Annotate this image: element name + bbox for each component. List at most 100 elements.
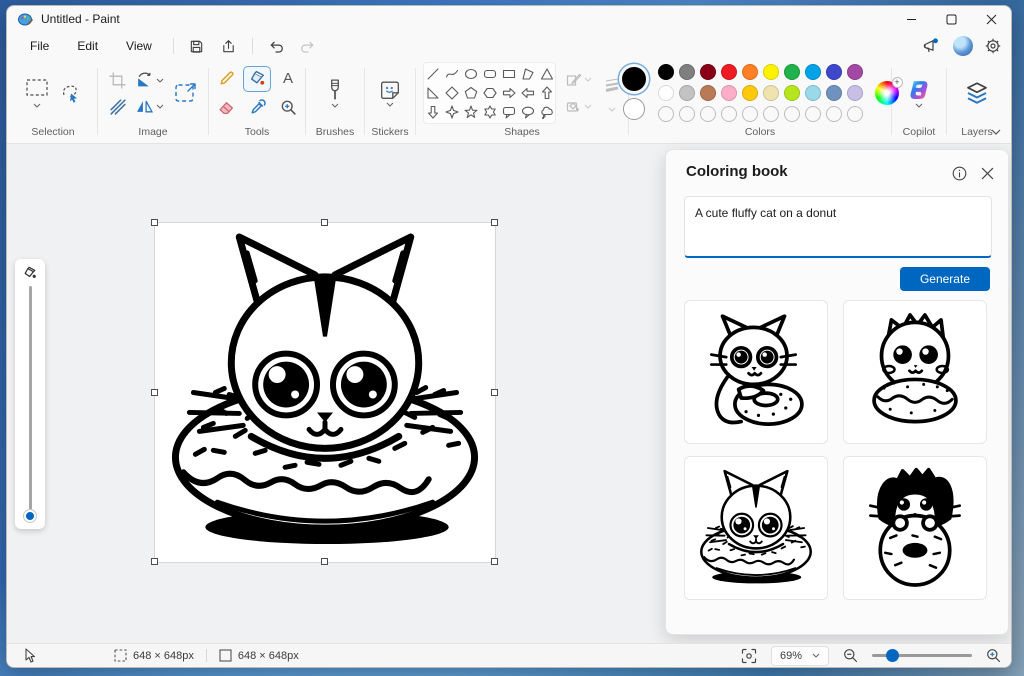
undo-button[interactable] xyxy=(261,34,291,58)
shape-fill-button[interactable] xyxy=(566,99,592,114)
custom-color-slot[interactable] xyxy=(679,106,695,122)
text-tool[interactable]: A xyxy=(275,67,301,91)
shape-arrow-right[interactable] xyxy=(500,83,519,102)
thumbnail-cat-hugging-donut[interactable] xyxy=(684,300,828,444)
shape-pentagon[interactable] xyxy=(462,83,481,102)
shape-right-triangle[interactable] xyxy=(424,83,443,102)
layers-icon[interactable] xyxy=(965,81,989,105)
chevron-down-icon[interactable] xyxy=(386,102,394,107)
selection-handle-nw[interactable] xyxy=(151,219,158,226)
prompt-input[interactable]: A cute fluffy cat on a donut xyxy=(684,196,992,258)
eraser-tool[interactable] xyxy=(213,96,239,120)
generate-button[interactable]: Generate xyxy=(900,267,990,291)
color-swatch[interactable] xyxy=(805,85,821,101)
shape-lightning[interactable] xyxy=(443,121,462,124)
shape-outline-button[interactable] xyxy=(566,72,592,87)
drawing-canvas[interactable] xyxy=(155,223,495,562)
account-avatar[interactable] xyxy=(953,36,973,56)
color-swatch[interactable] xyxy=(721,85,737,101)
custom-color-slot[interactable] xyxy=(721,106,737,122)
custom-color-slot[interactable] xyxy=(826,106,842,122)
canvas-workspace[interactable]: Coloring book A cute fluffy cat on a don… xyxy=(7,144,1011,645)
menu-view[interactable]: View xyxy=(113,35,165,57)
copilot-icon[interactable] xyxy=(908,79,930,101)
shape-curve[interactable] xyxy=(443,64,462,83)
flip-button[interactable] xyxy=(136,98,164,115)
color-swatch[interactable] xyxy=(805,64,821,80)
fill-bucket-tool[interactable] xyxy=(244,67,270,91)
shape-callout-rounded[interactable] xyxy=(500,102,519,121)
custom-color-slot[interactable] xyxy=(742,106,758,122)
color-swatch[interactable] xyxy=(847,85,863,101)
color-swatch[interactable] xyxy=(742,85,758,101)
chevron-down-icon[interactable] xyxy=(584,104,592,109)
custom-color-slot[interactable] xyxy=(805,106,821,122)
custom-color-slot[interactable] xyxy=(700,106,716,122)
selection-handle-se[interactable] xyxy=(491,558,498,565)
shape-arrow-up[interactable] xyxy=(538,83,556,102)
ribbon-collapse-chevron[interactable] xyxy=(991,129,1001,135)
info-icon[interactable] xyxy=(950,164,968,182)
chevron-down-icon[interactable] xyxy=(156,104,164,109)
shape-rectangle[interactable] xyxy=(500,64,519,83)
zoom-slider[interactable] xyxy=(872,654,972,657)
thumbnail-cat-head-in-donut[interactable] xyxy=(684,456,828,600)
eyedropper-tool[interactable] xyxy=(244,96,270,120)
chevron-down-icon[interactable] xyxy=(33,103,41,108)
color-swatch[interactable] xyxy=(784,85,800,101)
zoom-fit-icon[interactable] xyxy=(741,648,757,664)
color-swatch[interactable] xyxy=(763,64,779,80)
background-removal-icon[interactable] xyxy=(109,98,126,115)
chevron-down-icon[interactable] xyxy=(156,78,164,83)
zoom-in-icon[interactable] xyxy=(986,648,1001,663)
stroke-width-icon[interactable] xyxy=(602,75,622,95)
zoom-level-dropdown[interactable]: 69% xyxy=(771,646,829,666)
selection-handle-ne[interactable] xyxy=(491,219,498,226)
zoom-out-icon[interactable] xyxy=(843,648,858,663)
slider-track[interactable] xyxy=(29,286,32,517)
minimize-button[interactable] xyxy=(891,6,931,32)
thumbnail-black-cat-behind-donut[interactable] xyxy=(843,456,987,600)
selection-handle-n[interactable] xyxy=(321,219,328,226)
color-swatch[interactable] xyxy=(658,85,674,101)
selection-handle-s[interactable] xyxy=(321,558,328,565)
shape-diamond[interactable] xyxy=(443,83,462,102)
edit-colors-button[interactable]: + xyxy=(875,81,899,105)
maximize-button[interactable] xyxy=(931,6,971,32)
color-swatch[interactable] xyxy=(763,85,779,101)
chevron-down-icon[interactable] xyxy=(331,103,339,108)
feedback-megaphone-icon[interactable] xyxy=(923,38,941,54)
selection-handle-e[interactable] xyxy=(491,389,498,396)
color-swatch[interactable] xyxy=(742,64,758,80)
color-swatch[interactable] xyxy=(679,64,695,80)
shape-star-six[interactable] xyxy=(481,102,500,121)
sticker-icon[interactable] xyxy=(380,80,400,100)
menu-file[interactable]: File xyxy=(17,35,62,57)
shape-star-four[interactable] xyxy=(443,102,462,121)
color-swatch[interactable] xyxy=(700,64,716,80)
background-color-swatch[interactable] xyxy=(623,98,645,120)
save-button[interactable] xyxy=(182,34,212,58)
selection-handle-w[interactable] xyxy=(151,389,158,396)
crop-icon[interactable] xyxy=(109,72,126,89)
color-swatch[interactable] xyxy=(679,85,695,101)
selection-handle-sw[interactable] xyxy=(151,558,158,565)
color-swatch[interactable] xyxy=(658,64,674,80)
panel-close-icon[interactable] xyxy=(978,164,996,182)
custom-color-slot[interactable] xyxy=(847,106,863,122)
rotate-button[interactable] xyxy=(136,72,164,89)
shape-polygon[interactable] xyxy=(519,64,538,83)
chevron-down-icon[interactable] xyxy=(608,107,616,112)
foreground-color-swatch[interactable] xyxy=(622,67,646,91)
slider-thumb[interactable] xyxy=(24,510,36,522)
share-button[interactable] xyxy=(214,34,244,58)
fill-size-slider[interactable] xyxy=(15,259,45,529)
chevron-down-icon[interactable] xyxy=(584,77,592,82)
free-form-select-button[interactable] xyxy=(60,83,80,103)
settings-gear-icon[interactable] xyxy=(985,38,1001,54)
custom-color-slot[interactable] xyxy=(658,106,674,122)
rectangle-select-button[interactable] xyxy=(26,79,48,108)
brush-icon[interactable] xyxy=(327,79,343,101)
shape-callout-oval[interactable] xyxy=(519,102,538,121)
shape-triangle[interactable] xyxy=(538,64,556,83)
